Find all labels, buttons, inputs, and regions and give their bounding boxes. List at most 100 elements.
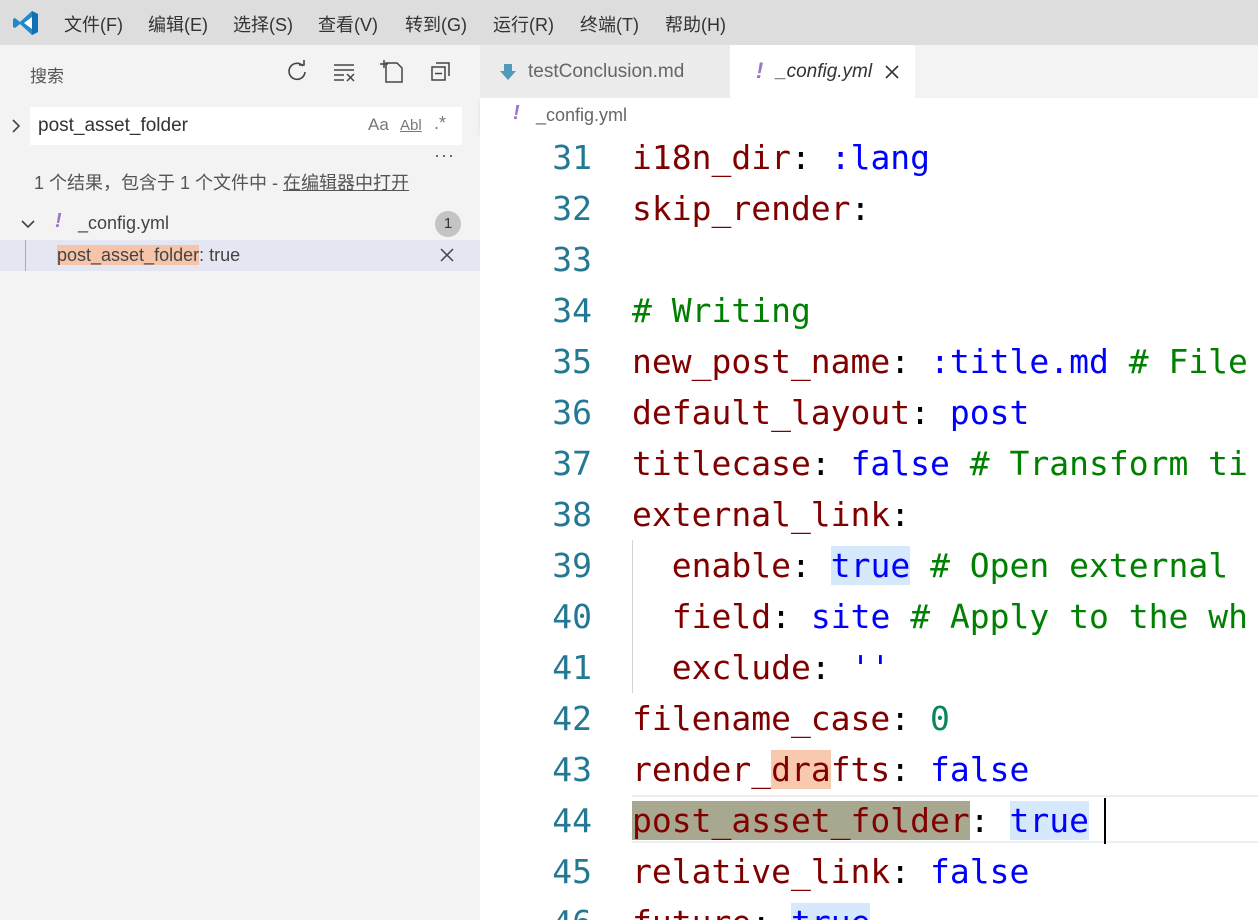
code-line[interactable]: 44 post_asset_folder: true bbox=[480, 795, 1258, 846]
code-token: default_layout bbox=[632, 393, 911, 432]
code-token: true bbox=[830, 546, 911, 585]
code-line[interactable]: 39 enable: true # Open external bbox=[480, 540, 1258, 591]
yaml-file-icon: ! bbox=[55, 210, 62, 232]
line-number: 35 bbox=[552, 342, 592, 381]
sidebar-title: 搜索 bbox=[30, 67, 64, 86]
collapse-all-icon[interactable] bbox=[428, 59, 454, 85]
code-token: : bbox=[910, 393, 950, 432]
code-line[interactable]: 46 future: true bbox=[480, 897, 1258, 920]
code-token: false bbox=[930, 852, 1030, 891]
code-token: # Writing bbox=[632, 291, 811, 330]
yaml-file-icon: ! bbox=[513, 102, 520, 124]
open-in-editor-link[interactable]: 在编辑器中打开 bbox=[283, 173, 409, 193]
breadcrumb-file[interactable]: _config.yml bbox=[536, 105, 627, 126]
match-text: post_asset_folder: true bbox=[57, 245, 240, 266]
use-regex-toggle[interactable]: .* bbox=[434, 113, 446, 134]
vscode-logo-icon[interactable] bbox=[12, 9, 40, 37]
code-line[interactable]: 35 new_post_name: :title.md # File bbox=[480, 336, 1258, 387]
toggle-replace-chevron-icon[interactable] bbox=[6, 116, 26, 136]
more-search-options[interactable]: ··· bbox=[434, 145, 455, 166]
code-token: '' bbox=[850, 648, 891, 687]
result-file-name: _config.yml bbox=[78, 213, 170, 233]
line-number: 38 bbox=[552, 495, 592, 534]
code-line[interactable]: 34 # Writing bbox=[480, 285, 1258, 336]
dismiss-result-icon[interactable] bbox=[438, 246, 456, 264]
code-token: titlecase bbox=[632, 444, 811, 483]
menu-item[interactable]: 转到(G) bbox=[405, 11, 467, 37]
line-number: 36 bbox=[552, 393, 592, 432]
code-token: # Apply to the wh bbox=[890, 597, 1248, 636]
match-whole-word-toggle[interactable]: Abl bbox=[400, 117, 422, 134]
code-line[interactable]: 42 filename_case: 0 bbox=[480, 693, 1258, 744]
code-editor[interactable]: 31 i18n_dir: :lang 32 skip_render: 33 34 # Wri… bbox=[480, 132, 1258, 920]
search-sidebar: 搜索 Aa Abl .* ··· 1 个结果，包含于 1 个文件中 - 在编辑器… bbox=[0, 45, 480, 920]
tab-testconclusion-md[interactable]: testConclusion.md bbox=[480, 45, 730, 98]
menu-item[interactable]: 文件(F) bbox=[64, 11, 123, 37]
code-line[interactable]: 31 i18n_dir: :lang bbox=[480, 132, 1258, 183]
match-rest: : true bbox=[199, 245, 241, 265]
search-input[interactable] bbox=[38, 107, 358, 145]
code-line[interactable]: 36 default_layout: post bbox=[480, 387, 1258, 438]
match-highlight: post_asset_folder bbox=[57, 245, 200, 265]
code-text: enable: true # Open external bbox=[632, 546, 1228, 585]
clear-results-icon[interactable] bbox=[332, 59, 358, 85]
code-token: : bbox=[890, 495, 911, 534]
chevron-down-icon[interactable] bbox=[18, 214, 38, 234]
code-line[interactable]: 32 skip_render: bbox=[480, 183, 1258, 234]
menu-item[interactable]: 选择(S) bbox=[233, 11, 293, 37]
code-line[interactable]: 43 render_drafts: false bbox=[480, 744, 1258, 795]
menu-item[interactable]: 查看(V) bbox=[318, 11, 378, 37]
result-match-row[interactable]: post_asset_folder: true bbox=[0, 240, 480, 271]
breadcrumb: ! _config.yml bbox=[480, 98, 1258, 132]
code-token: fts bbox=[830, 750, 891, 789]
code-token: 0 bbox=[930, 699, 950, 738]
markdown-arrow-icon bbox=[500, 64, 516, 80]
menu-item[interactable]: 终端(T) bbox=[580, 11, 639, 37]
match-case-toggle[interactable]: Aa bbox=[368, 115, 389, 135]
code-line[interactable]: 41 exclude: '' bbox=[480, 642, 1258, 693]
code-line[interactable]: 38 external_link: bbox=[480, 489, 1258, 540]
code-text: i18n_dir: :lang bbox=[632, 138, 930, 177]
code-text: field: site # Apply to the wh bbox=[632, 597, 1248, 636]
code-token: :lang bbox=[830, 138, 931, 177]
code-token: skip_render bbox=[632, 189, 851, 228]
menu-item[interactable]: 运行(R) bbox=[493, 11, 554, 37]
editor-tab-bar: testConclusion.md ! _config.yml bbox=[480, 45, 1258, 98]
line-number: 46 bbox=[480, 903, 592, 920]
code-token: dra bbox=[771, 750, 831, 789]
line-number: 34 bbox=[552, 291, 592, 330]
code-token: : bbox=[969, 801, 1010, 840]
result-file-row[interactable]: ! _config.yml 1 bbox=[0, 206, 480, 240]
line-number: 41 bbox=[552, 648, 592, 687]
code-token: false bbox=[930, 750, 1030, 789]
code-text: external_link: bbox=[632, 495, 910, 534]
code-line[interactable]: 33 bbox=[480, 234, 1258, 285]
code-token: : bbox=[850, 189, 871, 228]
close-tab-icon[interactable] bbox=[883, 63, 901, 81]
refresh-icon[interactable] bbox=[284, 59, 310, 85]
code-token: post_asset_folder bbox=[632, 801, 970, 840]
code-line[interactable]: 40 field: site # Apply to the wh bbox=[480, 591, 1258, 642]
tab-config-yml[interactable]: ! _config.yml bbox=[730, 45, 915, 98]
result-summary-text: 1 个结果，包含于 1 个文件中 - bbox=[34, 173, 284, 193]
menu-item[interactable]: 编辑(E) bbox=[148, 11, 208, 37]
menu-item[interactable]: 帮助(H) bbox=[665, 11, 726, 37]
code-token: : bbox=[810, 444, 851, 483]
code-line[interactable]: 45 relative_link: false bbox=[480, 846, 1258, 897]
tree-indent-guide bbox=[25, 240, 26, 271]
code-token: : bbox=[890, 699, 931, 738]
code-token: # Transform ti bbox=[949, 444, 1248, 483]
code-token: : bbox=[771, 597, 811, 636]
code-line[interactable]: 37 titlecase: false # Transform ti bbox=[480, 438, 1258, 489]
code-token: i18n_dir bbox=[632, 138, 791, 177]
code-token: site bbox=[810, 597, 891, 636]
line-number: 44 bbox=[552, 801, 592, 840]
line-number: 33 bbox=[552, 240, 592, 279]
code-token: :title.md bbox=[930, 342, 1109, 381]
code-text: exclude: '' bbox=[632, 648, 891, 687]
line-number: 40 bbox=[552, 597, 592, 636]
new-search-editor-icon[interactable] bbox=[380, 59, 406, 85]
code-text: post_asset_folder: true bbox=[632, 801, 1089, 840]
